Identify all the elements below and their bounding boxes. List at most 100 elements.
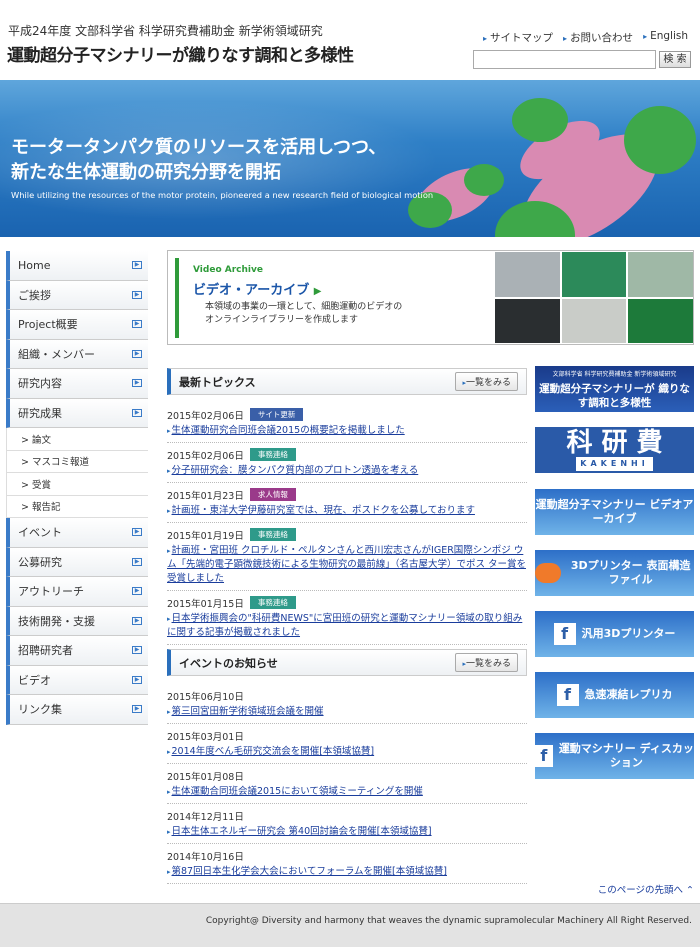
event-link[interactable]: 2014年度べん毛研究交流会を開催[本領域協賛] — [172, 746, 375, 757]
sidebar-item-project[interactable]: Project概要 ▶ — [6, 310, 148, 340]
topic-item: 2015年02月06日 事務連絡 ▸分子研研究会：膜タンパク質内部のプロトン透過を… — [167, 443, 527, 483]
video-archive-side-banner[interactable]: 運動超分子マシナリー ビデオアーカイブ — [535, 489, 694, 535]
sidebar-subitem-awards[interactable]: > 受賞 — [6, 473, 148, 496]
event-date-row: 2014年10月16日 — [167, 848, 527, 863]
topic-line: ▸計画班・宮田班 クロチルド・ペルタンさんと西川宏志さんがIGER国際シンポジ … — [167, 544, 527, 586]
topic-line: ▸分子研研究会：膜タンパク質内部のプロトン透過を考える — [167, 464, 527, 478]
search-input[interactable] — [473, 50, 656, 69]
event-line: ▸生体運動合同班会議2015において領域ミーティングを開催 — [167, 785, 527, 799]
topic-link[interactable]: 生体運動研究合同班会議2015の概要記を掲載しました — [172, 425, 405, 436]
sidebar-item-label: Home — [18, 258, 51, 272]
sidebar-item-invited[interactable]: 招聘研究者 ▶ — [6, 636, 148, 666]
triangle-icon: ▸ — [167, 708, 171, 716]
site-title[interactable]: 運動超分子マシナリーが織りなす調和と多様性 — [7, 41, 354, 66]
english-link[interactable]: ▸ English — [643, 30, 688, 45]
topics-header: 最新トピックス ▸一覧をみる — [167, 368, 527, 395]
topic-link[interactable]: 日本学術振興会の"科研費NEWS"に宮田班の研究と運動マシナリー領域の取り組み … — [167, 613, 522, 638]
sidebar-item-links[interactable]: リンク集 ▶ — [6, 695, 148, 725]
sidebar-subitem-papers[interactable]: > 論文 — [6, 428, 148, 451]
topic-date-row: 2015年02月06日 事務連絡 — [167, 447, 527, 462]
topics-more-button[interactable]: ▸一覧をみる — [455, 372, 518, 391]
event-date-row: 2014年12月11日 — [167, 808, 527, 823]
triangle-icon: ▸ — [167, 868, 171, 876]
sidebar-item-video[interactable]: ビデオ ▶ — [6, 665, 148, 695]
thumbnail — [560, 297, 628, 344]
topic-date: 2015年01月15日 — [167, 598, 244, 610]
event-notices: イベントのお知らせ ▸一覧をみる 2015年06月10日 ▸第三回宮田新学術領域… — [167, 649, 527, 884]
event-item: 2015年03月01日 ▸2014年度べん毛研究交流会を開催[本領域協賛] — [167, 724, 527, 764]
triangle-icon: ▸ — [167, 467, 171, 475]
sidebar-item-public-research[interactable]: 公募研究 ▶ — [6, 547, 148, 577]
kakenhi-banner[interactable]: 科 研 費 KAKENHI — [535, 427, 694, 473]
thumbnail — [627, 251, 693, 298]
topic-item: 2015年01月19日 事務連絡 ▸計画班・宮田班 クロチルド・ペルタンさんと西川… — [167, 523, 527, 591]
topic-badge: 事務連絡 — [249, 448, 296, 461]
sidebar-item-label: ご挨拶 — [18, 288, 51, 302]
hero-heading-line1: モータータンパク質のリソースを活用しつつ、 — [11, 137, 387, 158]
sidebar-item-tech[interactable]: 技術開発・支援 ▶ — [6, 606, 148, 636]
topic-date-row: 2015年01月19日 事務連絡 — [167, 527, 527, 542]
triangle-icon: ▸ — [167, 427, 171, 435]
video-archive-label: Video Archive — [193, 265, 263, 275]
triangle-icon: ▸ — [563, 34, 568, 43]
arrow-icon: ▶ — [132, 528, 142, 537]
topic-link[interactable]: 計画班・東洋大学伊藤研究室では、現在、ポスドクを公募しております — [172, 505, 475, 516]
discussion-banner[interactable]: f 運動マシナリー ディスカッション — [535, 733, 694, 779]
sidebar-item-home[interactable]: Home ▶ — [6, 251, 148, 281]
shoe-icon — [535, 563, 562, 583]
contact-link[interactable]: ▸ お問い合わせ — [563, 30, 633, 45]
topics-title: 最新トピックス — [179, 375, 256, 389]
triangle-icon: ▸ — [167, 615, 171, 623]
freeze-replica-banner[interactable]: f 急速凍結レプリカ — [535, 672, 694, 718]
sidebar-item-outreach[interactable]: アウトリーチ ▶ — [6, 577, 148, 607]
topic-link[interactable]: 分子研研究会：膜タンパク質内部のプロトン透過を考える — [172, 465, 419, 476]
3d-printer-file-banner[interactable]: 3Dプリンター 表面構造ファイル — [535, 550, 694, 596]
triangle-icon: ▸ — [167, 828, 171, 836]
triangle-icon: ▸ — [167, 748, 171, 756]
events-more-button[interactable]: ▸一覧をみる — [455, 653, 518, 672]
sidebar-item-members[interactable]: 組織・メンバー ▶ — [6, 339, 148, 369]
triangle-icon: ▸ — [643, 32, 648, 41]
sidebar-item-label: 公募研究 — [18, 555, 62, 569]
video-archive-banner[interactable]: Video Archive ビデオ・アーカイブ ▶ 本領域の事業の一環として、細… — [167, 250, 694, 345]
facebook-icon: f — [553, 623, 576, 645]
arrow-icon: ▶ — [132, 408, 142, 417]
sidebar-item-label: Project概要 — [18, 318, 78, 332]
event-line: ▸第87回日本生化学会大会においてフォーラムを開催[本領域協賛] — [167, 865, 527, 879]
topic-date-row: 2015年02月06日 サイト更新 — [167, 407, 527, 422]
video-archive-title: ビデオ・アーカイブ ▶ — [193, 279, 321, 298]
event-link[interactable]: 第87回日本生化学会大会においてフォーラムを開催[本領域協賛] — [172, 866, 447, 877]
arrow-icon: ▶ — [132, 261, 142, 270]
project-banner[interactable]: 文部科学省 科学研究費補助金 新学術領域研究 運動超分子マシナリーが 織りなす調… — [535, 366, 694, 412]
3d-printer-banner[interactable]: f 汎用3Dプリンター — [535, 611, 694, 657]
sidebar-item-research[interactable]: 研究内容 ▶ — [6, 369, 148, 399]
sidebar-subitem-media[interactable]: > マスコミ報道 — [6, 450, 148, 473]
arrow-icon: ▶ — [132, 616, 142, 625]
search-button[interactable]: 検 索 — [659, 51, 691, 68]
event-link[interactable]: 生体運動合同班会議2015において領域ミーティングを開催 — [172, 786, 423, 797]
topic-link[interactable]: 計画班・宮田班 クロチルド・ペルタンさんと西川宏志さんがIGER国際シンポジ ウ… — [167, 545, 526, 584]
project-banner-small: 文部科学省 科学研究費補助金 新学術領域研究 — [552, 371, 677, 378]
sidebar-item-greeting[interactable]: ご挨拶 ▶ — [6, 280, 148, 310]
event-line: ▸2014年度べん毛研究交流会を開催[本領域協賛] — [167, 745, 527, 759]
arrow-icon: ▶ — [132, 587, 142, 596]
sidebar-nav: Home ▶ ご挨拶 ▶ Project概要 ▶ 組織・メンバー ▶ 研究内容 ▶ 研究成… — [6, 251, 148, 725]
topics-more-label: 一覧をみる — [465, 378, 511, 388]
sidebar-subitem-reports[interactable]: > 報告記 — [6, 495, 148, 518]
sidebar-item-label: 招聘研究者 — [18, 644, 73, 658]
page-top-link[interactable]: このページの先頭へ ⌃ — [598, 882, 694, 896]
facebook-icon: f — [556, 684, 579, 706]
event-date-row: 2015年03月01日 — [167, 728, 527, 743]
event-link[interactable]: 第三回宮田新学術領域班会議を開催 — [172, 706, 324, 717]
top-links: ▸ サイトマップ ▸ お問い合わせ ▸ English — [483, 30, 688, 45]
sidebar-item-events[interactable]: イベント ▶ — [6, 518, 148, 548]
sidebar-item-results[interactable]: 研究成果 ▶ — [6, 398, 148, 428]
project-banner-text: 運動超分子マシナリーが 織りなす調和と多様性 — [539, 383, 690, 409]
event-link[interactable]: 日本生体エネルギー研究会 第40回討論会を開催[本領域協賛] — [172, 826, 432, 837]
topic-badge: 求人情報 — [249, 488, 296, 501]
sitemap-link[interactable]: ▸ サイトマップ — [483, 30, 553, 45]
sidebar-item-label: 研究内容 — [18, 377, 62, 391]
topic-badge: 事務連絡 — [249, 596, 296, 609]
